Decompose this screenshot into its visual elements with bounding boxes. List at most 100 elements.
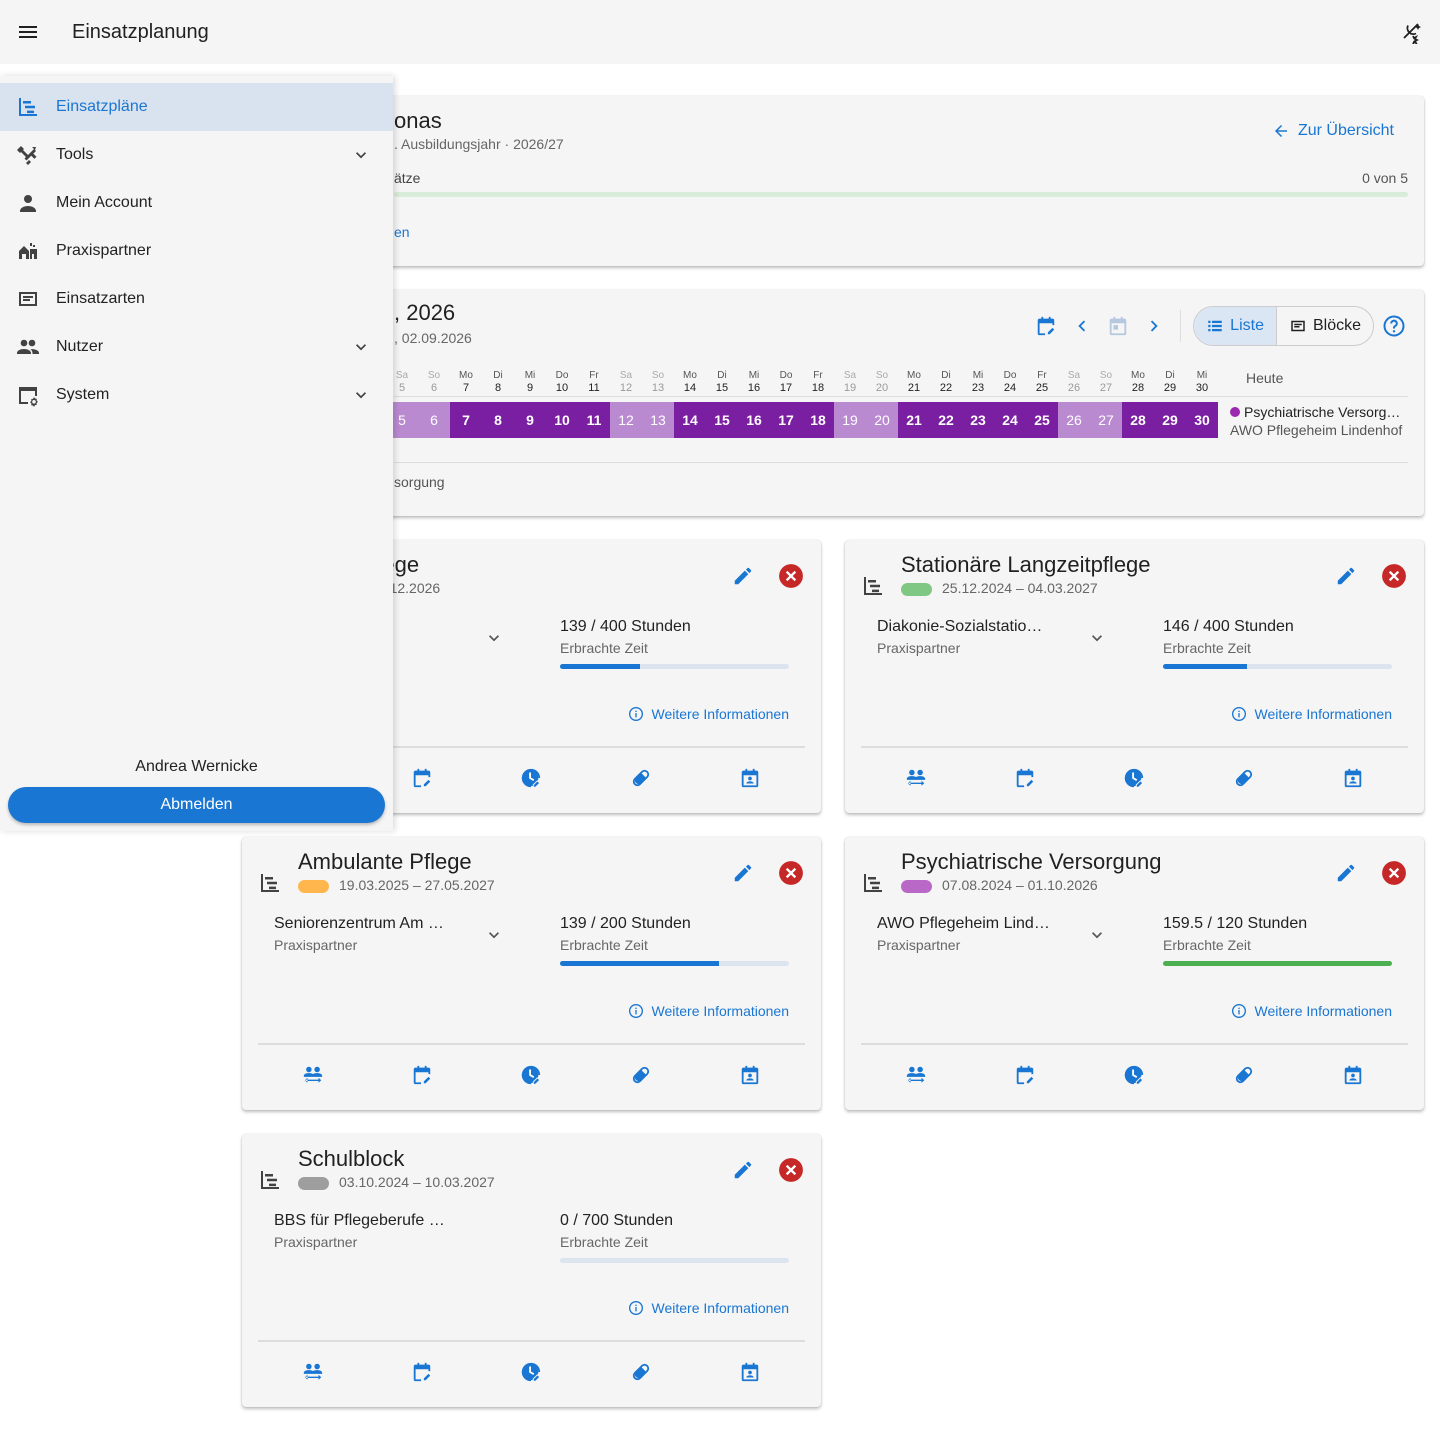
today-button[interactable]: [1100, 308, 1136, 344]
edit-station-button[interactable]: [729, 1156, 757, 1184]
sick-leave-button[interactable]: [625, 1356, 657, 1388]
day-cell[interactable]: 20: [866, 402, 898, 438]
nav-item-tools[interactable]: Tools: [0, 131, 393, 179]
card-actions: [861, 762, 1408, 794]
sick-leave-button[interactable]: [625, 1059, 657, 1091]
more-info-link[interactable]: Weitere Informationen: [1231, 706, 1392, 722]
menu-button[interactable]: [0, 0, 56, 64]
edit-schedule-button[interactable]: [1009, 1059, 1041, 1091]
day-cell[interactable]: 18: [802, 402, 834, 438]
sick-leave-button[interactable]: [1228, 1059, 1260, 1091]
day-cell[interactable]: 11: [578, 402, 610, 438]
sick-leave-button[interactable]: [1228, 762, 1260, 794]
hours-progress-bar: [560, 664, 789, 669]
nav-item-timeline[interactable]: Einsatzpläne: [0, 83, 393, 131]
calendar-header-line: [394, 396, 1408, 397]
edit-time-button[interactable]: [1118, 1059, 1150, 1091]
day-cell[interactable]: 29: [1154, 402, 1186, 438]
nav-item-person[interactable]: Mein Account: [0, 179, 393, 227]
day-cell[interactable]: 30: [1186, 402, 1218, 438]
edit-calendar-button[interactable]: [1028, 308, 1064, 344]
edit-time-button[interactable]: [1118, 762, 1150, 794]
day-cell[interactable]: 19: [834, 402, 866, 438]
expand-button[interactable]: [349, 143, 373, 167]
nav-item-card[interactable]: Einsatzarten: [0, 275, 393, 323]
swap-trainees-button[interactable]: [900, 1059, 932, 1091]
delete-station-button[interactable]: [1380, 562, 1408, 590]
day-cell[interactable]: 8: [482, 402, 514, 438]
event-button[interactable]: [1337, 762, 1369, 794]
delete-station-button[interactable]: [777, 1156, 805, 1184]
back-to-overview-link[interactable]: Zur Übersicht: [1272, 122, 1394, 140]
event-button[interactable]: [734, 1059, 766, 1091]
edit-schedule-button[interactable]: [406, 1059, 438, 1091]
event-button[interactable]: [1337, 1059, 1369, 1091]
edit-schedule-button[interactable]: [406, 762, 438, 794]
system-icon: [19, 387, 38, 407]
day-cell[interactable]: 27: [1090, 402, 1122, 438]
edit-station-button[interactable]: [1332, 859, 1360, 887]
day-cell[interactable]: 7: [450, 402, 482, 438]
help-button[interactable]: [1378, 310, 1410, 342]
previous-button[interactable]: [1064, 308, 1100, 344]
swap-people-icon: [303, 1363, 322, 1380]
day-cell[interactable]: 24: [994, 402, 1026, 438]
more-info-label: Weitere Informationen: [1254, 1003, 1392, 1019]
edit-station-button[interactable]: [1332, 562, 1360, 590]
day-cell[interactable]: 17: [770, 402, 802, 438]
expand-button[interactable]: [349, 383, 373, 407]
nav-item-system[interactable]: System: [0, 371, 393, 419]
partner-dropdown-button[interactable]: [1085, 626, 1109, 650]
edit-time-button[interactable]: [515, 762, 547, 794]
day-cell[interactable]: 23: [962, 402, 994, 438]
view-blocks-option[interactable]: Blöcke: [1275, 307, 1373, 345]
day-cell[interactable]: 15: [706, 402, 738, 438]
day-cell[interactable]: 28: [1122, 402, 1154, 438]
partner-dropdown-button[interactable]: [482, 923, 506, 947]
partner-dropdown-button[interactable]: [1085, 923, 1109, 947]
day-cell[interactable]: 10: [546, 402, 578, 438]
day-cell[interactable]: 16: [738, 402, 770, 438]
sick-leave-button[interactable]: [625, 762, 657, 794]
day-cell[interactable]: 12: [610, 402, 642, 438]
more-info-link[interactable]: Weitere Informationen: [628, 1300, 789, 1316]
edit-schedule-button[interactable]: [406, 1356, 438, 1388]
day-header: Mi 16: [738, 370, 770, 395]
edit-schedule-button[interactable]: [1009, 762, 1041, 794]
nav-item-group[interactable]: Nutzer: [0, 323, 393, 371]
day-cell[interactable]: 9: [514, 402, 546, 438]
logout-button[interactable]: Abmelden: [8, 787, 385, 823]
swap-trainees-button[interactable]: [900, 762, 932, 794]
theme-toggle-button[interactable]: [1396, 16, 1428, 48]
more-info-link[interactable]: Weitere Informationen: [628, 1003, 789, 1019]
swap-trainees-button[interactable]: [297, 1059, 329, 1091]
edit-time-button[interactable]: [515, 1356, 547, 1388]
next-button[interactable]: [1136, 308, 1172, 344]
day-cell[interactable]: 26: [1058, 402, 1090, 438]
station-title: Stationäre Langzeitpflege: [901, 552, 1151, 577]
delete-station-button[interactable]: [1380, 859, 1408, 887]
delete-station-button[interactable]: [777, 562, 805, 590]
expand-button[interactable]: [349, 335, 373, 359]
view-list-option[interactable]: Liste: [1194, 307, 1276, 345]
edit-station-button[interactable]: [729, 859, 757, 887]
swap-trainees-button[interactable]: [297, 1356, 329, 1388]
nav-item-partner[interactable]: Praxispartner: [0, 227, 393, 275]
header-link[interactable]: en: [394, 224, 410, 240]
day-cell[interactable]: 13: [642, 402, 674, 438]
event-button[interactable]: [734, 762, 766, 794]
day-cell[interactable]: 22: [930, 402, 962, 438]
delete-station-button[interactable]: [777, 859, 805, 887]
day-cell[interactable]: 21: [898, 402, 930, 438]
day-name: So: [427, 370, 441, 381]
event-button[interactable]: [734, 1356, 766, 1388]
day-cell[interactable]: 25: [1026, 402, 1058, 438]
day-cell[interactable]: 14: [674, 402, 706, 438]
day-cell[interactable]: 6: [418, 402, 450, 438]
edit-station-button[interactable]: [729, 562, 757, 590]
more-info-link[interactable]: Weitere Informationen: [628, 706, 789, 722]
partner-dropdown-button[interactable]: [482, 626, 506, 650]
more-info-link[interactable]: Weitere Informationen: [1231, 1003, 1392, 1019]
edit-time-button[interactable]: [515, 1059, 547, 1091]
today-partner: AWO Pflegeheim Lindenhof: [1230, 422, 1403, 438]
